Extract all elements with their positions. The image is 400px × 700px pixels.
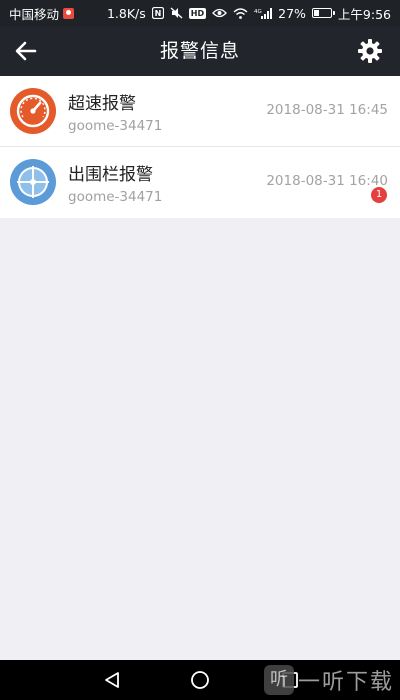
alarm-device: goome-34471 — [68, 189, 163, 205]
status-time: 上午9:56 — [337, 6, 391, 22]
wifi-icon — [233, 7, 248, 19]
system-home-button[interactable] — [188, 668, 212, 692]
page-title: 报警信息 — [159, 40, 240, 62]
battery-percent: 27% — [278, 5, 306, 21]
nav-bar: 报警信息 — [0, 26, 400, 76]
alarm-time: 2018-08-31 16:45 — [266, 102, 388, 118]
watermark-text: 一听下载 — [297, 670, 394, 695]
back-button[interactable] — [12, 37, 40, 65]
eye-icon — [212, 8, 228, 18]
settings-button[interactable] — [356, 37, 384, 65]
status-bar: 中国移动 1.8K/s N HD 4G 27% 上午9:56 — [0, 0, 400, 26]
status-left: 中国移动 — [9, 4, 75, 23]
watermark: 听 一听下载 — [263, 662, 394, 698]
carrier-badge-icon — [63, 7, 75, 19]
battery-icon — [311, 8, 335, 18]
carrier-name: 中国移动 — [9, 6, 60, 22]
alarm-device: goome-34471 — [68, 118, 163, 134]
gear-icon — [358, 39, 382, 63]
speedometer-icon — [9, 87, 57, 135]
arrow-left-icon — [15, 41, 37, 61]
nfc-icon: N — [151, 7, 164, 19]
alarm-title: 超速报警 — [68, 94, 136, 114]
alarm-time: 2018-08-31 16:40 — [266, 173, 388, 189]
status-right: 1.8K/s N HD 4G 27% 上午9:56 — [107, 4, 391, 23]
network-speed: 1.8K/s — [106, 5, 146, 21]
alarm-title: 出围栏报警 — [68, 165, 153, 185]
nfc-label: N — [154, 9, 161, 18]
cellular-signal-icon: 4G — [254, 7, 273, 19]
circle-home-icon — [191, 671, 209, 689]
system-back-button[interactable] — [100, 668, 124, 692]
hd-icon: HD — [188, 7, 207, 19]
watermark-logo: 听 — [263, 665, 294, 695]
signal-label: 4G — [254, 9, 262, 15]
crosshair-icon — [9, 158, 57, 206]
alarm-list: 超速报警 goome-34471 2018-08-31 16:45 出围栏报警 … — [0, 76, 400, 218]
mute-icon — [170, 7, 183, 19]
unread-badge: 1 — [371, 187, 387, 203]
system-nav-bar: 听 一听下载 — [0, 660, 400, 700]
battery-fill — [313, 10, 319, 16]
phone-screen: 中国移动 1.8K/s N HD 4G 27% 上午9:56 报警信息 超速报警… — [0, 0, 400, 700]
alarm-item-overspeed[interactable]: 超速报警 goome-34471 2018-08-31 16:45 — [0, 76, 400, 147]
alarm-item-geofence[interactable]: 出围栏报警 goome-34471 2018-08-31 16:40 1 — [0, 147, 400, 218]
triangle-back-icon — [105, 672, 119, 688]
